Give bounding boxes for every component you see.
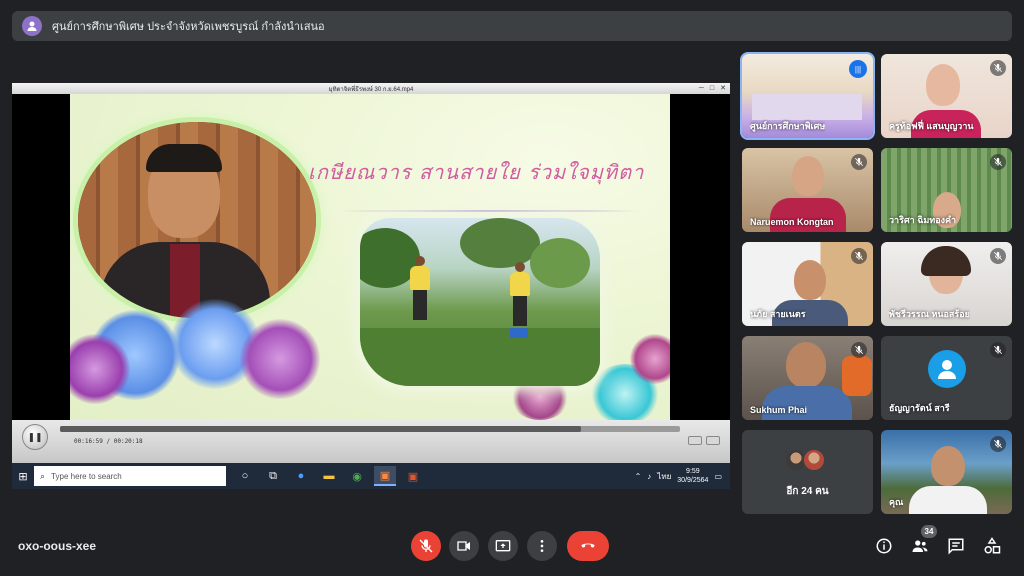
mic-off-icon [990,342,1006,358]
mic-off-icon [990,248,1006,264]
participant-name: ครูท้อฟฟี่ แสนบุญวาน [889,121,974,131]
mic-off-icon [851,342,867,358]
windows-start-icon[interactable]: ⊞ [12,463,34,489]
search-icon: ⌕ [40,470,46,481]
participant-tile[interactable]: วาริศา ฉิมทองคำ [881,148,1012,232]
more-participants-label: อีก 24 คน [786,486,829,497]
fullscreen-button[interactable] [706,436,720,445]
zoom-app-icon[interactable]: ● [290,466,312,486]
mic-off-icon [851,154,867,170]
participant-tile[interactable]: Naruemon Kongtan [742,148,873,232]
participant-tile[interactable]: นภัย สายเนตร [742,242,873,326]
microphone-button[interactable] [411,531,441,561]
videocam-icon [457,541,470,551]
maximize-icon[interactable]: □ [710,84,714,93]
chat-icon [948,538,964,555]
leave-call-button[interactable] [567,531,609,561]
event-photo [360,218,600,386]
pause-button[interactable]: ❚❚ [22,424,48,450]
speaking-indicator-icon: ||| [849,60,867,78]
camera-button[interactable] [449,531,479,561]
participant-name: พัชรีวรรณ หนอสร้อย [889,309,970,319]
shared-screen: มุทิตาจิตพี่ธีรพงษ์ 30 ก.ย.64.mp4 ─ □ ✕ [12,83,730,489]
more-participants-tile[interactable]: อีก 24 คน [742,430,873,514]
mic-off-icon [990,154,1006,170]
participant-name: นภัย สายเนตร [750,309,806,319]
present-screen-icon [495,540,511,552]
media-player-icon[interactable]: ▣ [374,466,396,486]
player-controls: ❚❚ 00:16:59 / 00:20:18 [12,420,730,463]
minimize-icon[interactable]: ─ [699,84,704,93]
player-title: มุทิตาจิตพี่ธีรพงษ์ 30 ก.ย.64.mp4 [328,86,414,93]
meeting-details-button[interactable] [873,535,895,557]
participant-name: คุณ [889,497,904,507]
time-label: 00:16:59 / 00:20:18 [74,438,143,445]
flower-decoration [240,319,320,399]
participant-name: ธัญญารัตน์ สารี [889,403,950,413]
participant-tile[interactable]: ||| ศูนย์การศึกษาพิเศษ [742,54,873,138]
system-tray: ⌃ ♪ ไทย 9:59 30/9/2564 ▭ [635,467,730,485]
avatar [928,350,966,388]
notifications-icon[interactable]: ▭ [714,472,722,481]
mic-off-icon [419,539,433,553]
activities-button[interactable] [981,535,1003,557]
participant-name: Naruemon Kongtan [750,217,834,227]
participant-name: วาริศา ฉิมทองคำ [889,215,957,225]
powerpoint-icon[interactable]: ▣ [402,466,424,486]
mic-off-icon [990,60,1006,76]
seek-progress [60,426,581,432]
call-end-icon [581,543,595,548]
people-count-badge: 34 [921,525,937,538]
participant-tile[interactable]: พัชรีวรรณ หนอสร้อย [881,242,1012,326]
present-button[interactable] [488,531,518,561]
speaker-video-frame [78,122,316,318]
search-placeholder: Type here to search [51,471,122,481]
slide-title: เกษียณวาร สานสายใย ร่วมใจมุทิตา [308,160,645,184]
divider [340,210,640,212]
cortana-icon[interactable]: ○ [234,466,256,486]
presenting-banner: ศูนย์การศึกษาพิเศษ ประจำจังหวัดเพชรบูรณ์… [12,11,1012,41]
clock[interactable]: 9:59 30/9/2564 [677,467,708,485]
participant-name: Sukhum Phai [750,405,808,415]
slide: เกษียณวาร สานสายใย ร่วมใจมุทิตา [70,94,670,420]
activities-icon [984,537,1001,554]
more-vert-icon [540,540,544,552]
more-options-button[interactable] [527,531,557,561]
mic-off-icon [990,436,1006,452]
person-icon [22,16,42,36]
chrome-icon[interactable]: ◉ [346,466,368,486]
people-button[interactable] [909,535,931,557]
participant-name: ศูนย์การศึกษาพิเศษ [750,121,826,131]
participant-tile[interactable]: ครูท้อฟฟี่ แสนบุญวาน [881,54,1012,138]
participant-tile[interactable]: Sukhum Phai [742,336,873,420]
windows-taskbar: ⊞ ⌕ Type here to search ○ ⧉ ● ▬ ◉ ▣ ▣ ⌃ … [12,463,730,489]
clock-date: 30/9/2564 [677,477,709,484]
participant-tile[interactable]: คุณ [881,430,1012,514]
language-indicator[interactable]: ไทย [657,470,671,483]
playlist-button[interactable] [688,436,702,445]
file-explorer-icon[interactable]: ▬ [318,466,340,486]
meeting-code: oxo-oous-xee [18,539,97,553]
taskbar-search-input[interactable]: ⌕ Type here to search [34,466,226,486]
video-area: เกษียณวาร สานสายใย ร่วมใจมุทิตา [12,94,730,420]
more-participants-avatars [784,448,826,472]
close-icon[interactable]: ✕ [720,84,726,93]
participant-tile[interactable]: ธัญญารัตน์ สารี [881,336,1012,420]
info-icon [876,538,892,554]
presenting-text: ศูนย์การศึกษาพิเศษ ประจำจังหวัดเพชรบูรณ์… [52,21,325,33]
chevron-up-icon[interactable]: ⌃ [635,472,642,481]
chat-button[interactable] [945,535,967,557]
task-view-icon[interactable]: ⧉ [262,466,284,486]
player-titlebar: มุทิตาจิตพี่ธีรพงษ์ 30 ก.ย.64.mp4 ─ □ ✕ [12,83,730,94]
people-icon [912,540,928,552]
seek-bar[interactable] [60,426,680,432]
pause-icon: ❚❚ [27,431,43,442]
clock-time: 9:59 [686,468,700,475]
volume-icon[interactable]: ♪ [647,472,651,481]
mic-off-icon [851,248,867,264]
